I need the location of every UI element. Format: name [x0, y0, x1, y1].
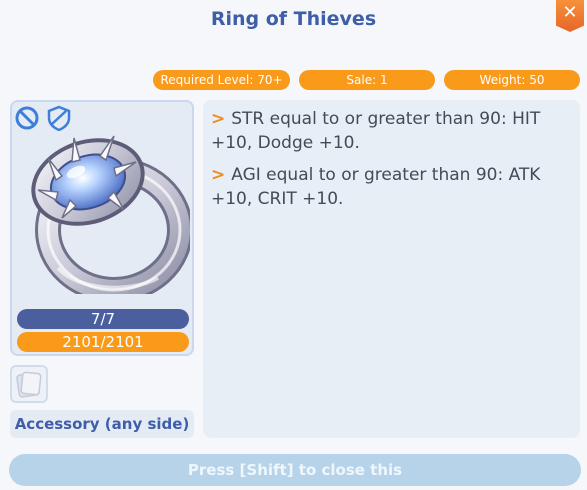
- effect-line: > STR equal to or greater than 90: HIT +1…: [211, 107, 572, 155]
- close-icon: ✕: [562, 2, 578, 23]
- ring-icon: [31, 135, 190, 294]
- close-hint-button[interactable]: Press [Shift] to close this: [9, 454, 581, 486]
- item-title: Ring of Thieves: [210, 8, 377, 30]
- refine-bar: 7/7: [17, 309, 189, 329]
- equip-slot-label: Accessory (any side): [10, 410, 194, 438]
- effect-text: AGI equal to or greater than 90: ATK +10…: [211, 165, 541, 209]
- weight-badge: Weight: 50: [444, 70, 580, 90]
- bullet-marker: >: [211, 165, 226, 185]
- empty-slot-icon: [16, 371, 42, 398]
- effect-line: > AGI equal to or greater than 90: ATK +1…: [211, 163, 572, 211]
- effect-text: STR equal to or greater than 90: HIT +10…: [211, 109, 541, 153]
- sale-price-badge: Sale: 1: [299, 70, 435, 90]
- durability-bar: 2101/2101: [17, 332, 189, 352]
- bullet-marker: >: [211, 109, 226, 129]
- card-slot[interactable]: [10, 365, 48, 403]
- close-button[interactable]: ✕: [556, 0, 584, 32]
- required-level-badge: Required Level: 70+: [153, 70, 290, 90]
- item-image-panel: 7/7 2101/2101: [10, 100, 194, 356]
- description-panel: > STR equal to or greater than 90: HIT +1…: [203, 100, 580, 438]
